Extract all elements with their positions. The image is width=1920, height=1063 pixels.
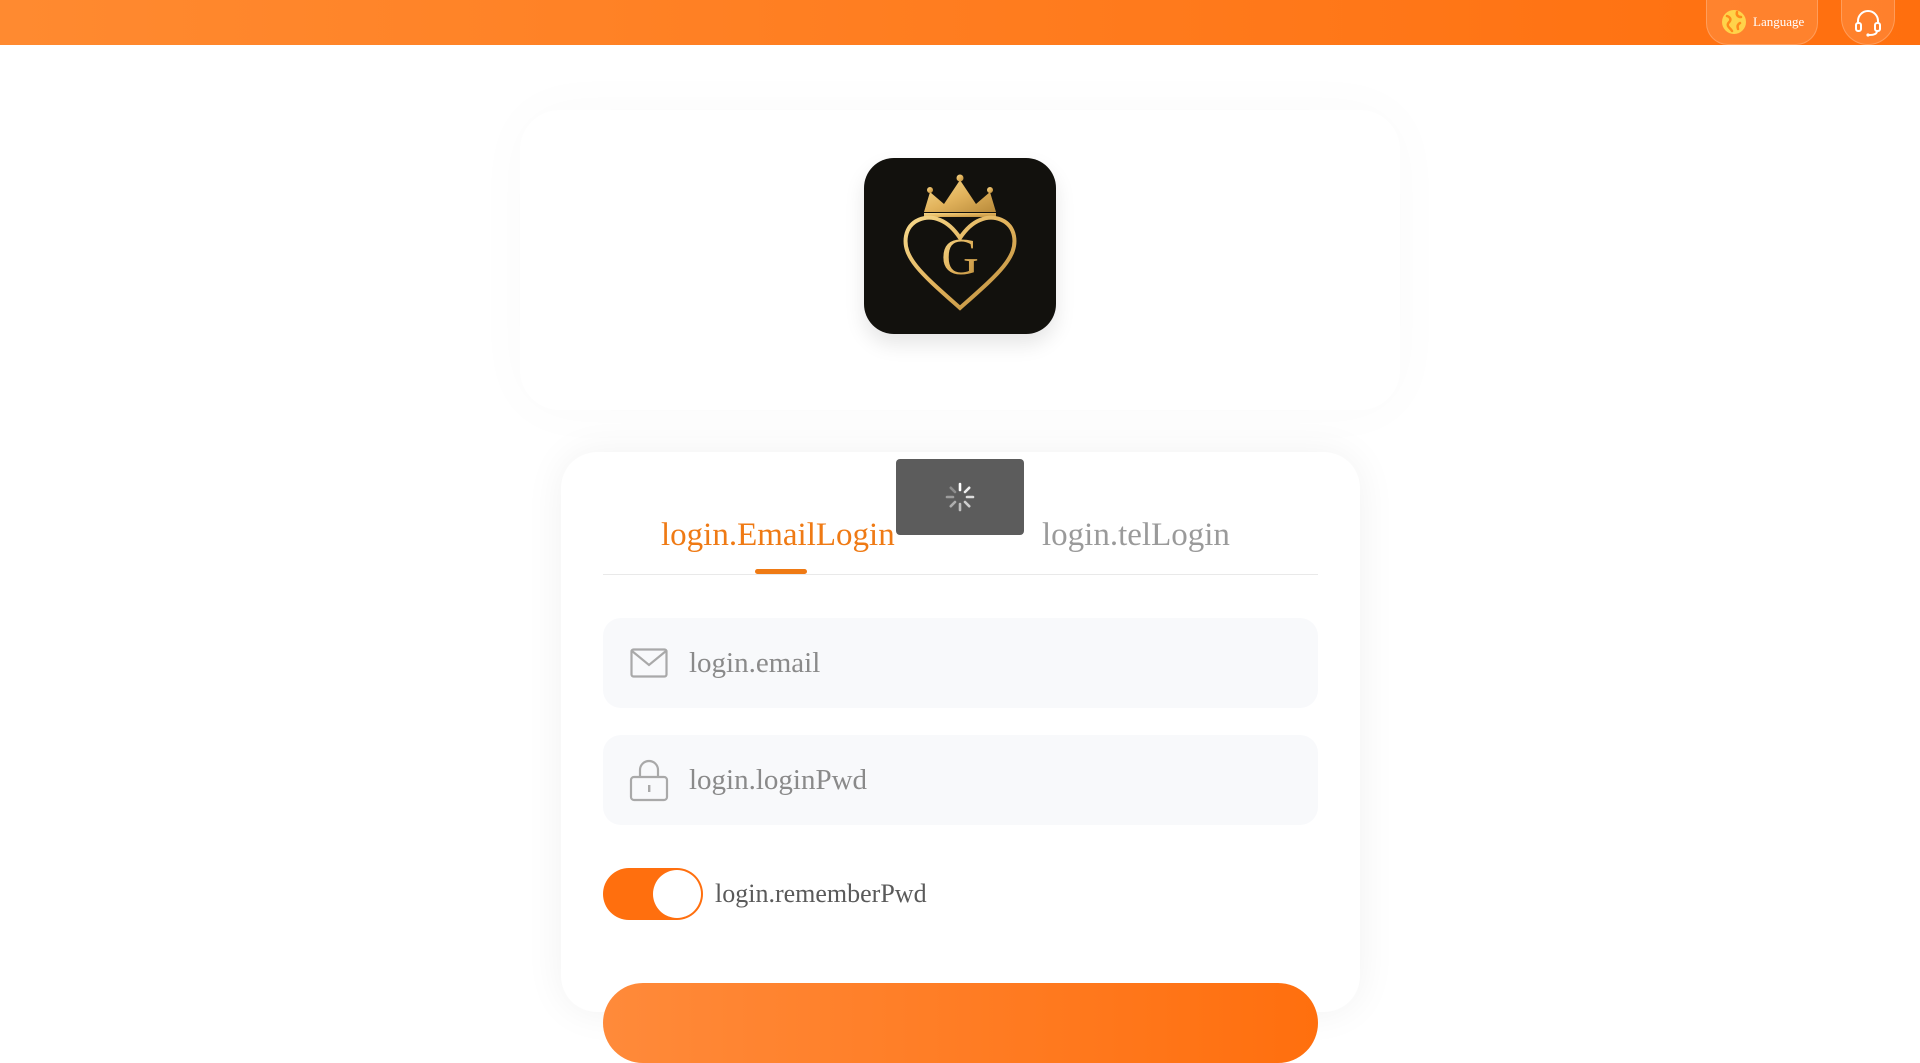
toggle-knob [653,870,701,918]
remember-password-label: login.rememberPwd [715,879,927,908]
lock-icon [629,759,669,802]
language-label: Language [1753,14,1805,29]
active-tab-indicator [755,569,807,574]
app-logo: G [864,158,1056,334]
email-field [603,618,1318,708]
headset-icon [1855,10,1881,37]
language-button[interactable]: Language [1706,0,1818,45]
top-bar: Language [0,0,1920,45]
globe-icon [1722,10,1746,34]
customer-support-button[interactable] [1841,0,1895,45]
login-button[interactable] [603,983,1318,1063]
tab-email-login[interactable]: login.EmailLogin [661,505,895,565]
crown-icon [924,174,996,217]
tab-tel-login[interactable]: login.telLogin [1042,505,1230,565]
spinner-icon [945,482,975,512]
loading-toast [896,459,1024,535]
remember-password-toggle[interactable] [603,868,703,920]
mail-icon [629,643,669,683]
email-input[interactable] [689,633,1289,693]
password-input[interactable] [689,750,1289,810]
remember-password: login.rememberPwd [603,868,927,920]
logo-letter: G [941,229,979,286]
password-field [603,735,1318,825]
